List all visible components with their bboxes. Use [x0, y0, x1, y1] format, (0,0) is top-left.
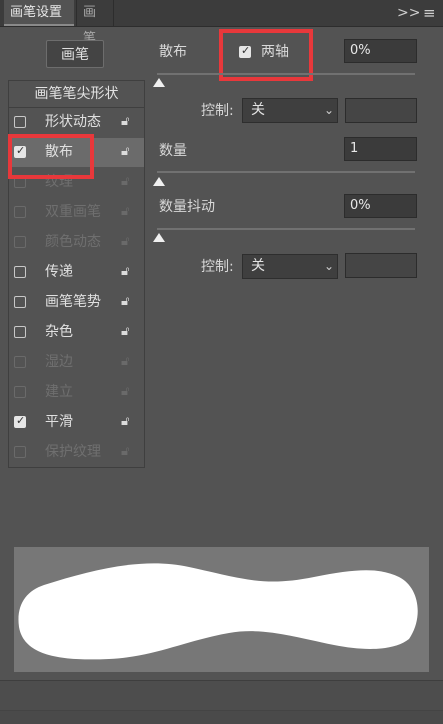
list-item-checkbox — [14, 386, 26, 398]
count-jitter-control-extra-field — [345, 253, 417, 278]
count-jitter-slider-thumb[interactable] — [153, 233, 165, 242]
list-item-label: 画笔笔势 — [45, 294, 101, 310]
list-item-checkbox[interactable] — [14, 296, 26, 308]
list-item-label: 双重画笔 — [45, 204, 101, 220]
scatter-slider-thumb[interactable] — [153, 78, 165, 87]
menu-icon[interactable]: ≡ — [423, 4, 436, 22]
count-value-field[interactable]: 1 — [344, 137, 417, 161]
list-item-checkbox[interactable] — [14, 116, 26, 128]
list-item-label: 保护纹理 — [45, 444, 101, 460]
count-slider-thumb[interactable] — [153, 177, 165, 186]
tab-brushes[interactable]: 画笔 — [76, 0, 114, 46]
scatter-control-extra-field — [345, 98, 417, 123]
list-item-brush-tip-shape[interactable]: 画笔笔尖形状 — [8, 80, 145, 108]
lock-icon[interactable]: 🔓︎ — [121, 323, 129, 341]
expand-icon[interactable]: >> — [397, 4, 420, 22]
list-item-label: 形状动态 — [45, 114, 101, 130]
brush-stroke-preview — [18, 563, 418, 660]
lock-icon[interactable]: 🔓︎ — [121, 413, 129, 431]
brush-button[interactable]: 画笔 — [46, 40, 104, 68]
lock-icon[interactable]: 🔓︎ — [121, 293, 129, 311]
lock-icon[interactable]: 🔓︎ — [121, 113, 129, 131]
tab-brush-settings[interactable]: 画笔设置 — [4, 0, 74, 26]
list-item-checkbox[interactable] — [14, 266, 26, 278]
count-jitter-control-value: 关 — [251, 258, 265, 274]
count-jitter-label: 数量抖动 — [159, 199, 215, 215]
list-item-label: 传递 — [45, 264, 73, 280]
count-slider-track[interactable] — [157, 171, 415, 173]
list-item-checkbox — [14, 356, 26, 368]
lock-icon: 🔓︎ — [121, 204, 130, 219]
lock-icon: 🔓︎ — [121, 354, 130, 369]
scatter-control-value: 关 — [251, 102, 265, 118]
list-item-label: 杂色 — [45, 324, 73, 340]
scatter-slider-track[interactable] — [157, 73, 415, 75]
list-item-label: 颜色动态 — [45, 234, 101, 250]
chevron-down-icon: ⌄ — [324, 103, 335, 117]
lock-icon[interactable]: 🔓︎ — [121, 263, 129, 281]
scatter-control-label: 控制: — [201, 103, 234, 119]
count-jitter-control-label: 控制: — [201, 259, 234, 275]
count-label: 数量 — [159, 143, 187, 159]
list-item-label: 湿边 — [45, 354, 73, 370]
list-item-checkbox — [14, 236, 26, 248]
panel-bottom-bar — [0, 680, 443, 711]
lock-icon: 🔓︎ — [121, 384, 130, 399]
lock-icon: 🔓︎ — [121, 174, 130, 189]
count-jitter-value-field[interactable]: 0% — [344, 194, 417, 218]
lock-icon: 🔓︎ — [121, 444, 130, 459]
panel-footer — [0, 710, 443, 724]
chevron-down-icon: ⌄ — [324, 259, 335, 273]
list-item-checkbox[interactable] — [14, 414, 26, 428]
list-item-label: 建立 — [45, 384, 73, 400]
scatter-value-field[interactable]: 0% — [344, 39, 417, 63]
lock-icon[interactable]: 🔓︎ — [121, 143, 129, 161]
list-item-checkbox[interactable] — [14, 326, 26, 338]
scatter-label: 散布 — [159, 44, 187, 60]
lock-icon: 🔓︎ — [121, 234, 130, 249]
list-item-checkbox — [14, 206, 26, 218]
highlight-scatter-item — [8, 134, 94, 179]
count-jitter-slider-track[interactable] — [157, 228, 415, 230]
list-item-checkbox — [14, 446, 26, 458]
list-item-label: 平滑 — [45, 414, 73, 430]
